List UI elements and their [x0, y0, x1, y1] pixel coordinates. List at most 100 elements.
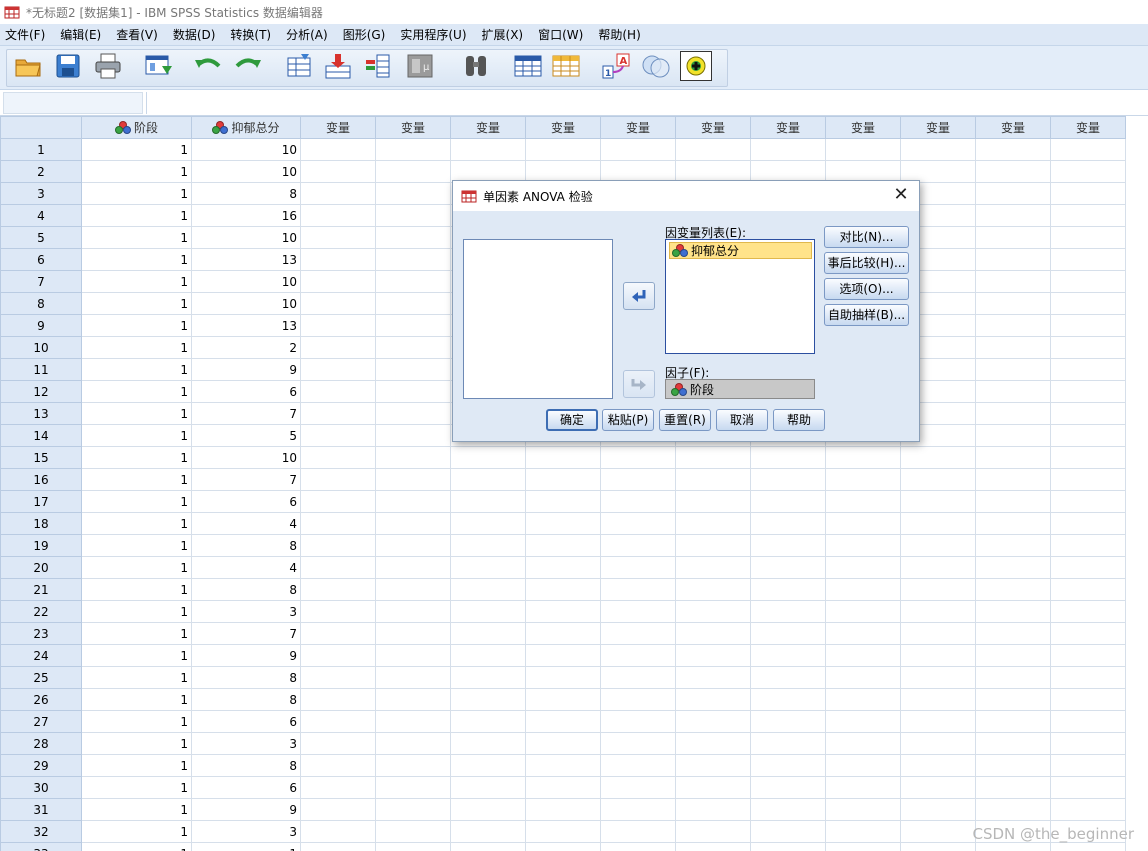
- row-number[interactable]: 30: [0, 776, 82, 799]
- data-cell[interactable]: [975, 534, 1051, 557]
- data-cell[interactable]: 7: [191, 402, 301, 425]
- data-cell[interactable]: [375, 578, 451, 601]
- data-cell[interactable]: [525, 534, 601, 557]
- data-cell[interactable]: [750, 512, 826, 535]
- data-cell[interactable]: [375, 314, 451, 337]
- data-cell[interactable]: [450, 534, 526, 557]
- column-header-empty-var[interactable]: 变量: [525, 116, 601, 139]
- data-cell[interactable]: 1: [81, 248, 192, 271]
- data-cell[interactable]: 13: [191, 248, 301, 271]
- data-cell[interactable]: 16: [191, 204, 301, 227]
- data-cell[interactable]: 10: [191, 292, 301, 315]
- menu-data[interactable]: 数据(D): [168, 26, 226, 43]
- data-cell[interactable]: [300, 710, 376, 733]
- data-cell[interactable]: 1: [81, 424, 192, 447]
- data-cell[interactable]: [750, 138, 826, 161]
- data-cell[interactable]: [975, 468, 1051, 491]
- data-cell[interactable]: [900, 622, 976, 645]
- data-cell[interactable]: 8: [191, 578, 301, 601]
- row-number[interactable]: 28: [0, 732, 82, 755]
- data-cell[interactable]: 1: [81, 270, 192, 293]
- data-cell[interactable]: 6: [191, 710, 301, 733]
- data-cell[interactable]: [900, 578, 976, 601]
- data-cell[interactable]: [300, 270, 376, 293]
- row-number[interactable]: 32: [0, 820, 82, 843]
- data-cell[interactable]: [1050, 248, 1126, 271]
- data-cell[interactable]: [300, 754, 376, 777]
- data-cell[interactable]: [300, 490, 376, 513]
- data-cell[interactable]: [1050, 534, 1126, 557]
- data-cell[interactable]: [675, 512, 751, 535]
- row-number[interactable]: 8: [0, 292, 82, 315]
- data-cell[interactable]: [900, 842, 976, 851]
- data-cell[interactable]: [525, 754, 601, 777]
- data-cell[interactable]: [900, 600, 976, 623]
- data-cell[interactable]: [675, 754, 751, 777]
- data-cell[interactable]: [825, 798, 901, 821]
- data-cell[interactable]: [825, 776, 901, 799]
- data-cell[interactable]: [1050, 754, 1126, 777]
- data-cell[interactable]: [1050, 270, 1126, 293]
- data-cell[interactable]: 10: [191, 270, 301, 293]
- data-cell[interactable]: 9: [191, 358, 301, 381]
- row-number[interactable]: 11: [0, 358, 82, 381]
- column-header-variable[interactable]: 抑郁总分: [191, 116, 301, 139]
- data-cell[interactable]: 4: [191, 556, 301, 579]
- data-cell[interactable]: 1: [81, 600, 192, 623]
- data-cell[interactable]: 1: [81, 776, 192, 799]
- data-cell[interactable]: [375, 402, 451, 425]
- data-cell[interactable]: [975, 248, 1051, 271]
- data-cell[interactable]: [750, 732, 826, 755]
- menu-utilities[interactable]: 实用程序(U): [395, 26, 476, 43]
- data-cell[interactable]: [375, 424, 451, 447]
- data-cell[interactable]: 8: [191, 666, 301, 689]
- data-cell[interactable]: [975, 446, 1051, 469]
- data-cell[interactable]: [750, 534, 826, 557]
- data-cell[interactable]: [450, 138, 526, 161]
- data-cell[interactable]: [675, 666, 751, 689]
- data-cell[interactable]: [750, 820, 826, 843]
- data-cell[interactable]: [600, 556, 676, 579]
- data-cell[interactable]: [375, 534, 451, 557]
- data-cell[interactable]: 10: [191, 160, 301, 183]
- data-cell[interactable]: [750, 842, 826, 851]
- row-number[interactable]: 16: [0, 468, 82, 491]
- data-cell[interactable]: 1: [81, 380, 192, 403]
- data-cell[interactable]: [825, 600, 901, 623]
- data-cell[interactable]: [975, 666, 1051, 689]
- data-cell[interactable]: [375, 358, 451, 381]
- move-to-factor-button[interactable]: [623, 370, 655, 398]
- open-icon[interactable]: [12, 51, 44, 81]
- data-cell[interactable]: 1: [81, 512, 192, 535]
- data-cell[interactable]: [375, 468, 451, 491]
- column-header-empty-var[interactable]: 变量: [975, 116, 1051, 139]
- data-cell[interactable]: [450, 798, 526, 821]
- data-cell[interactable]: [1050, 556, 1126, 579]
- data-cell[interactable]: [900, 490, 976, 513]
- data-cell[interactable]: [675, 468, 751, 491]
- data-cell[interactable]: [675, 446, 751, 469]
- data-cell[interactable]: [450, 688, 526, 711]
- cell-value-field[interactable]: [146, 92, 1146, 114]
- data-cell[interactable]: [450, 600, 526, 623]
- data-cell[interactable]: [900, 798, 976, 821]
- data-cell[interactable]: 1: [81, 226, 192, 249]
- data-cell[interactable]: 7: [191, 622, 301, 645]
- data-cell[interactable]: [900, 754, 976, 777]
- data-cell[interactable]: [675, 578, 751, 601]
- row-number[interactable]: 20: [0, 556, 82, 579]
- data-cell[interactable]: [675, 820, 751, 843]
- data-cell[interactable]: [600, 512, 676, 535]
- source-variable-list[interactable]: [463, 239, 613, 399]
- data-cell[interactable]: 1: [81, 446, 192, 469]
- data-cell[interactable]: [600, 468, 676, 491]
- data-cell[interactable]: [600, 754, 676, 777]
- data-cell[interactable]: 1: [81, 314, 192, 337]
- data-cell[interactable]: [975, 226, 1051, 249]
- row-number[interactable]: 17: [0, 490, 82, 513]
- data-cell[interactable]: [450, 644, 526, 667]
- data-cell[interactable]: 1: [81, 402, 192, 425]
- data-cell[interactable]: [675, 138, 751, 161]
- data-cell[interactable]: [1050, 710, 1126, 733]
- data-cell[interactable]: [300, 556, 376, 579]
